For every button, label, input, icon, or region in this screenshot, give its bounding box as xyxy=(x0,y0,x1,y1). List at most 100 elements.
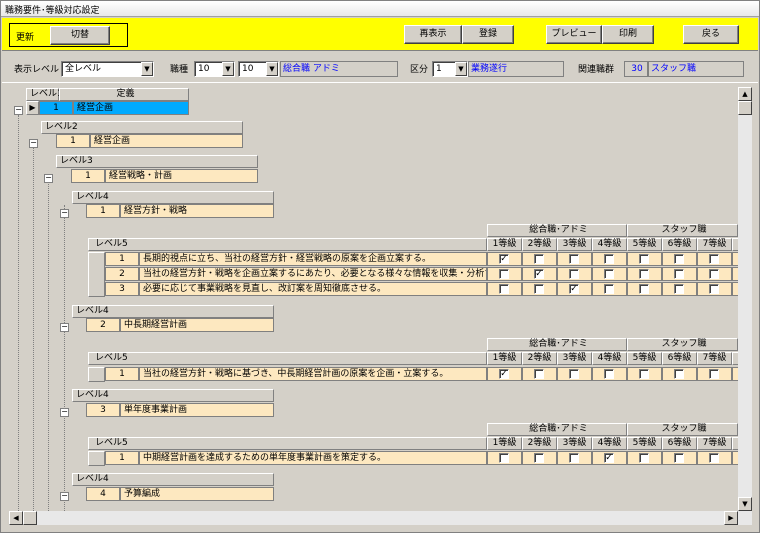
level5-text[interactable]: 当社の経営方針・戦略に基づき、中長期経営計画の原案を企画・立案する。 xyxy=(139,367,487,381)
grade-checkbox[interactable] xyxy=(569,453,579,463)
grade-checkbox[interactable] xyxy=(709,369,719,379)
preview-button[interactable]: プレビュー xyxy=(546,25,602,44)
level5-num[interactable]: 1 xyxy=(105,451,139,465)
grade-checkbox[interactable] xyxy=(534,254,544,264)
grade-checkbox[interactable] xyxy=(674,284,684,294)
grade-checkbox[interactable] xyxy=(604,369,614,379)
grade-checkbox[interactable] xyxy=(534,453,544,463)
grade-checkbox[interactable] xyxy=(569,369,579,379)
grade-checkbox[interactable]: ✓ xyxy=(499,254,509,264)
grade-checkbox[interactable] xyxy=(709,453,719,463)
scroll-down-icon[interactable]: ▼ xyxy=(738,497,752,511)
row-selector-icon[interactable]: ▶ xyxy=(26,101,39,115)
grade-checkbox[interactable] xyxy=(639,284,649,294)
level3-name[interactable]: 経営戦略・計画 xyxy=(105,169,258,183)
level1-header: レベル1 xyxy=(26,88,63,101)
level4-num[interactable]: 3 xyxy=(86,403,120,417)
grade-checkbox[interactable] xyxy=(674,453,684,463)
grade-checkbox[interactable] xyxy=(534,369,544,379)
grade-checkbox[interactable] xyxy=(674,369,684,379)
collapse-icon[interactable]: − xyxy=(14,106,23,115)
level1-num[interactable]: 1 xyxy=(39,101,73,115)
grade-checkbox[interactable] xyxy=(604,254,614,264)
dropdown-arrow-icon[interactable]: ▼ xyxy=(266,62,278,76)
display-level-value: 全レベル xyxy=(65,64,102,74)
level5-num[interactable]: 2 xyxy=(105,267,139,281)
grade-checkbox[interactable] xyxy=(604,284,614,294)
job-from-select[interactable]: 10 ▼ xyxy=(194,61,235,77)
grade-group2-header: スタッフ職 xyxy=(627,423,738,436)
collapse-icon[interactable]: − xyxy=(29,139,38,148)
level5-text[interactable]: 中期経営計画を達成するための単年度事業計画を策定する。 xyxy=(139,451,487,465)
grade-checkbox[interactable] xyxy=(639,254,649,264)
level4-name[interactable]: 経営方針・戦略 xyxy=(120,204,274,218)
grade-checkbox[interactable] xyxy=(709,284,719,294)
refresh-button[interactable]: 再表示 xyxy=(404,25,462,44)
level4-num[interactable]: 2 xyxy=(86,318,120,332)
level4-name[interactable]: 予算編成 xyxy=(120,487,274,501)
level5-text[interactable]: 必要に応じて事業戦略を見直し、改訂案を周知徹底させる。 xyxy=(139,282,487,296)
register-button[interactable]: 登録 xyxy=(462,25,514,44)
level1-name[interactable]: 経営企画 xyxy=(73,101,189,115)
grade-checkbox[interactable] xyxy=(639,369,649,379)
grade-checkbox[interactable] xyxy=(639,269,649,279)
grade-checkbox[interactable]: ✓ xyxy=(499,369,509,379)
grade-checkbox[interactable] xyxy=(674,254,684,264)
grade-checkbox[interactable] xyxy=(499,453,509,463)
level4-name[interactable]: 単年度事業計画 xyxy=(120,403,274,417)
job-to-select[interactable]: 10 ▼ xyxy=(238,61,279,77)
back-button[interactable]: 戻る xyxy=(683,25,739,44)
scroll-right-icon[interactable]: ▶ xyxy=(724,511,738,525)
level5-text[interactable]: 長期的視点に立ち、当社の経営方針・経営戦略の原案を企画立案する。 xyxy=(139,252,487,266)
grade-checkbox[interactable] xyxy=(499,284,509,294)
row-header-gutter xyxy=(88,252,105,297)
grade4-header: 4等級 xyxy=(592,352,627,365)
scroll-up-icon[interactable]: ▲ xyxy=(738,87,752,101)
scroll-thumb[interactable] xyxy=(738,101,752,115)
grade-checkbox[interactable] xyxy=(604,269,614,279)
level5-text[interactable]: 当社の経営方針・戦略を企画立案するにあたり、必要となる様々な情報を収集・分析する xyxy=(139,267,487,281)
dropdown-arrow-icon[interactable]: ▼ xyxy=(141,62,153,76)
level4-name[interactable]: 中長期経営計画 xyxy=(120,318,274,332)
level2-name[interactable]: 経営企画 xyxy=(90,134,243,148)
grade4-header: 4等級 xyxy=(592,437,627,450)
print-button[interactable]: 印刷 xyxy=(602,25,654,44)
division-select[interactable]: 1 ▼ xyxy=(432,61,468,77)
dropdown-arrow-icon[interactable]: ▼ xyxy=(222,62,234,76)
collapse-icon[interactable]: − xyxy=(60,209,69,218)
grade-checkbox[interactable]: ✓ xyxy=(569,284,579,294)
dropdown-arrow-icon[interactable]: ▼ xyxy=(455,62,467,76)
level4-num[interactable]: 1 xyxy=(86,204,120,218)
level2-num[interactable]: 1 xyxy=(56,134,90,148)
collapse-icon[interactable]: − xyxy=(60,492,69,501)
level5-num[interactable]: 3 xyxy=(105,282,139,296)
grade-checkbox[interactable] xyxy=(709,269,719,279)
grade-checkbox[interactable] xyxy=(499,269,509,279)
level5-num[interactable]: 1 xyxy=(105,252,139,266)
grade-checkbox[interactable] xyxy=(534,284,544,294)
scroll-left-icon[interactable]: ◀ xyxy=(9,511,23,525)
grade-checkbox[interactable] xyxy=(569,269,579,279)
vertical-scrollbar[interactable]: ▲ ▼ xyxy=(738,87,752,511)
horizontal-scrollbar[interactable]: ◀ ▶ xyxy=(9,511,752,525)
related-name-field: スタッフ職 xyxy=(648,61,744,77)
grade-checkbox[interactable] xyxy=(639,453,649,463)
hscroll-thumb[interactable] xyxy=(23,511,37,525)
switch-button[interactable]: 切替 xyxy=(50,26,110,45)
grade-checkbox[interactable] xyxy=(709,254,719,264)
grade-checkbox[interactable]: ✓ xyxy=(604,453,614,463)
collapse-icon[interactable]: − xyxy=(60,408,69,417)
grade-checkbox[interactable]: ✓ xyxy=(534,269,544,279)
grade-checkbox[interactable] xyxy=(569,254,579,264)
collapse-icon[interactable]: − xyxy=(60,323,69,332)
level3-num[interactable]: 1 xyxy=(71,169,105,183)
grade-checkbox[interactable] xyxy=(674,269,684,279)
grade7-header: 7等級 xyxy=(697,437,732,450)
display-level-select[interactable]: 全レベル ▼ xyxy=(61,61,154,77)
grade2-header: 2等級 xyxy=(522,437,557,450)
tree-line xyxy=(33,145,34,511)
collapse-icon[interactable]: − xyxy=(44,174,53,183)
level5-num[interactable]: 1 xyxy=(105,367,139,381)
level4-num[interactable]: 4 xyxy=(86,487,120,501)
level3-header: レベル3 xyxy=(56,155,258,168)
